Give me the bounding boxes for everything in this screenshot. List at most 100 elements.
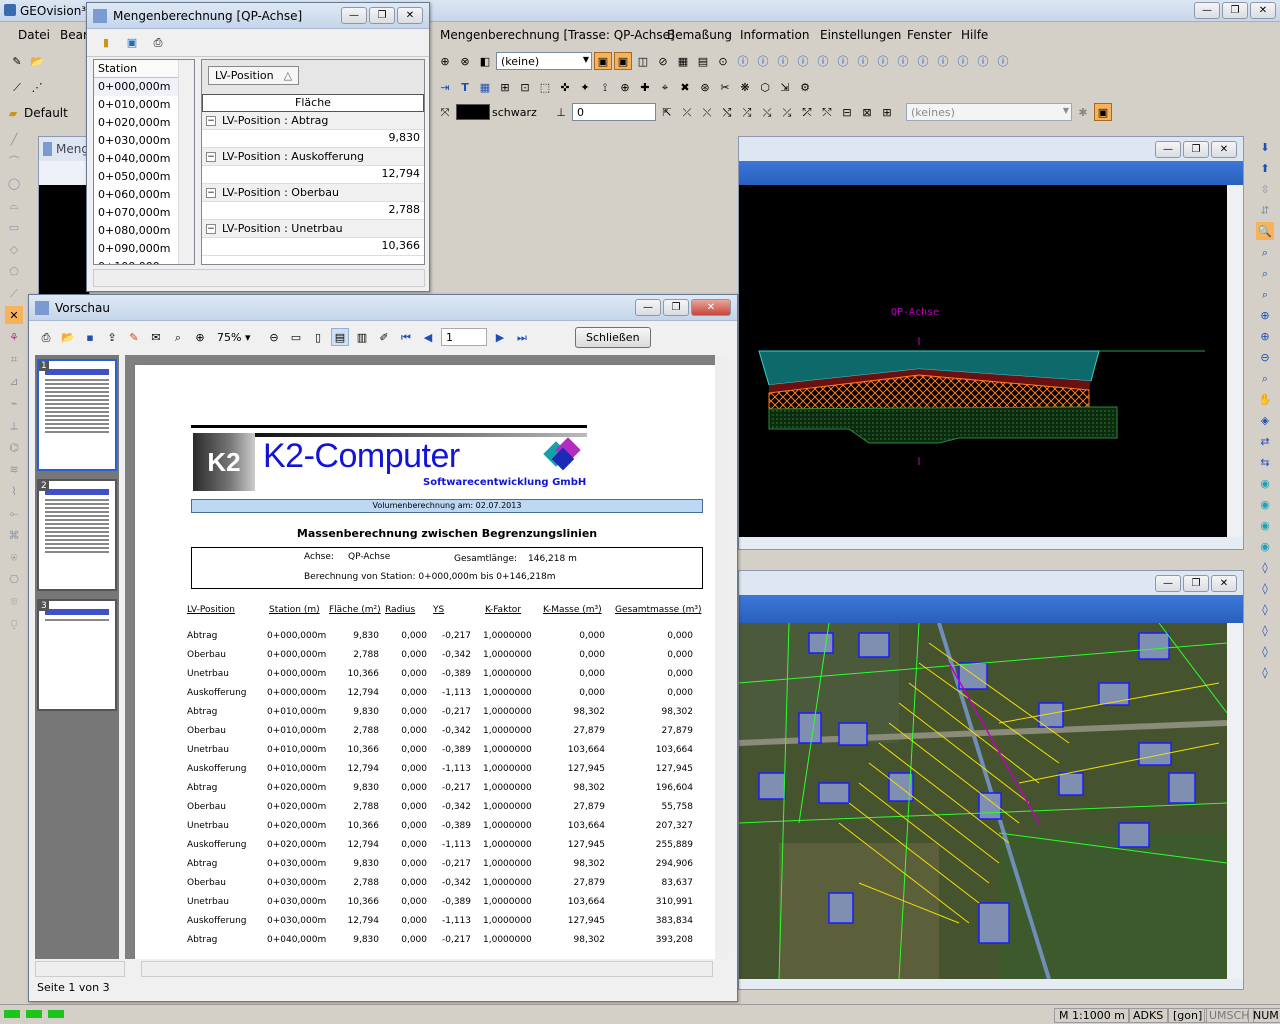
column-header[interactable]: Fläche	[202, 94, 424, 112]
next-page-icon[interactable]: ▶	[491, 328, 509, 346]
tool-icon[interactable]: ⬡	[756, 78, 774, 96]
station-list[interactable]: Station 0+000,000m 0+010,000m 0+020,000m 0+…	[93, 59, 195, 265]
page-thumbnail[interactable]: 3	[37, 599, 117, 711]
menu-einstellungen[interactable]: Einstellungen	[820, 28, 901, 42]
collapse-icon[interactable]: −	[206, 115, 216, 126]
close-button[interactable]: ✕	[1211, 574, 1237, 592]
arrow-icon[interactable]: ⇵	[1256, 201, 1274, 219]
maximize-button[interactable]: ❐	[1183, 574, 1209, 592]
tool-icon[interactable]: ⤫	[678, 103, 696, 121]
thumbnails-icon[interactable]: ▤	[331, 328, 349, 346]
arrow-icon[interactable]: ⇳	[1256, 180, 1274, 198]
snap-icon[interactable]: ▣	[594, 52, 612, 70]
tool-icon[interactable]: ⊠	[858, 103, 876, 121]
tool-icon[interactable]: ✦	[576, 78, 594, 96]
draw-tool-icon[interactable]: ⌬	[5, 438, 23, 456]
menu-datei[interactable]: Datei	[18, 28, 50, 42]
tool-icon[interactable]: ◉	[1256, 516, 1274, 534]
tool-icon[interactable]: ✜	[556, 78, 574, 96]
maximize-button[interactable]: ❐	[1222, 2, 1248, 19]
draw-tool-icon[interactable]: ⌒	[5, 152, 23, 170]
arrow-down-icon[interactable]: ⬇	[1256, 138, 1274, 156]
color-swatch[interactable]	[456, 104, 490, 120]
group-row[interactable]: − LV-Position : Oberbau 2,788	[202, 184, 424, 220]
page-width-icon[interactable]: ▭	[287, 328, 305, 346]
grid-icon[interactable]: ▦	[476, 78, 494, 96]
group-by-button[interactable]: LV-Position △	[208, 66, 300, 85]
zoom-icon[interactable]: ⌕	[1256, 264, 1274, 282]
map-canvas[interactable]	[739, 623, 1227, 979]
edit-icon[interactable]: ✐	[375, 328, 393, 346]
layer-select[interactable]: (keine) ▼	[496, 52, 592, 70]
tool-icon[interactable]: ⤧	[436, 103, 454, 121]
info-icon[interactable]: ⓘ	[834, 52, 852, 70]
collapse-icon[interactable]: −	[206, 151, 216, 162]
tool-icon[interactable]: ⇱	[658, 103, 676, 121]
arrow-icon[interactable]: ⇥	[436, 78, 454, 96]
prev-page-icon[interactable]: ◀	[419, 328, 437, 346]
tool-icon[interactable]: ◊	[1256, 621, 1274, 639]
tool-icon[interactable]: ✖	[676, 78, 694, 96]
info-icon[interactable]: ⓘ	[934, 52, 952, 70]
info-icon[interactable]: ⓘ	[974, 52, 992, 70]
group-row[interactable]: − LV-Position : Unetrbau 10,366	[202, 220, 424, 256]
info-icon[interactable]: ⓘ	[734, 52, 752, 70]
draw-tool-icon[interactable]: ⌇	[5, 482, 23, 500]
right-select[interactable]: (keines) ▼	[906, 103, 1072, 121]
menu-hilfe[interactable]: Hilfe	[961, 28, 988, 42]
group-value[interactable]: 12,794	[382, 167, 421, 180]
info-icon[interactable]: ⓘ	[874, 52, 892, 70]
close-preview-button[interactable]: Schließen	[575, 326, 651, 348]
draw-tool-icon[interactable]: ⌘	[5, 526, 23, 544]
draw-tool-icon[interactable]: ⍜	[5, 614, 23, 632]
zoom-out-icon[interactable]: ⊖	[265, 328, 283, 346]
zoom-out-icon[interactable]: ⊖	[1256, 348, 1274, 366]
tool-icon[interactable]: ◊	[1256, 558, 1274, 576]
print-icon[interactable]: ⎙	[149, 34, 167, 52]
page-input[interactable]: 1	[441, 328, 487, 346]
tool-icon[interactable]: ⚙	[796, 78, 814, 96]
zoom-icon[interactable]: ⌕	[1256, 369, 1274, 387]
tool-icon[interactable]: ◊	[1256, 642, 1274, 660]
draw-tool-icon[interactable]: ╱	[5, 130, 23, 148]
default-label[interactable]: Default	[24, 106, 68, 120]
group-value[interactable]: 9,830	[389, 131, 421, 144]
group-row[interactable]: − LV-Position : Abtrag 9,830	[202, 112, 424, 148]
tool-icon[interactable]: ✂	[716, 78, 734, 96]
menu-information[interactable]: Information	[740, 28, 809, 42]
group-value[interactable]: 10,366	[382, 239, 421, 252]
tool-icon[interactable]: ⊞	[878, 103, 896, 121]
minimize-button[interactable]: —	[635, 299, 661, 316]
tool-icon[interactable]: ⬚	[536, 78, 554, 96]
zoom-in-icon[interactable]: ⊕	[191, 328, 209, 346]
page-thumbnail[interactable]: 1	[37, 359, 117, 471]
text-tool-icon[interactable]: T	[456, 78, 474, 96]
tool-icon[interactable]: ▣	[1094, 103, 1112, 121]
tool-icon[interactable]: ⊘	[654, 52, 672, 70]
pencil-icon[interactable]: ✎	[8, 52, 26, 70]
maximize-button[interactable]: ❐	[663, 299, 689, 316]
menu-bemassung[interactable]: Bemaßung	[667, 28, 732, 42]
draw-tool-icon[interactable]: ⬠	[5, 262, 23, 280]
page-thumbnail[interactable]: 2	[37, 479, 117, 591]
info-icon[interactable]: ⓘ	[954, 52, 972, 70]
find-icon[interactable]: ⌕	[169, 328, 187, 346]
draw-tool-icon[interactable]: ≋	[5, 460, 23, 478]
line-tool-icon[interactable]: ⟋	[8, 78, 26, 96]
info-icon[interactable]: ⓘ	[754, 52, 772, 70]
tool-icon[interactable]: ⊛	[696, 78, 714, 96]
draw-tool-icon[interactable]: ⚘	[5, 328, 23, 346]
draw-tool-icon[interactable]: ⟂	[5, 416, 23, 434]
draw-tool-icon[interactable]: ⌗	[5, 350, 23, 368]
draw-tool-icon[interactable]: ⍟	[5, 548, 23, 566]
group-row[interactable]: − LV-Position : Auskofferung 12,794	[202, 148, 424, 184]
close-button[interactable]: ✕	[397, 7, 423, 24]
collapse-icon[interactable]: −	[206, 187, 216, 198]
tool-icon[interactable]: ◊	[1256, 579, 1274, 597]
print-icon[interactable]: ⎙	[37, 328, 55, 346]
draw-tool-icon[interactable]: ◇	[5, 240, 23, 258]
draw-tool-icon[interactable]: ⌁	[5, 394, 23, 412]
tool-icon[interactable]: ⇲	[776, 78, 794, 96]
tool-icon[interactable]: ⊕	[436, 52, 454, 70]
tool-icon[interactable]: ⊙	[714, 52, 732, 70]
